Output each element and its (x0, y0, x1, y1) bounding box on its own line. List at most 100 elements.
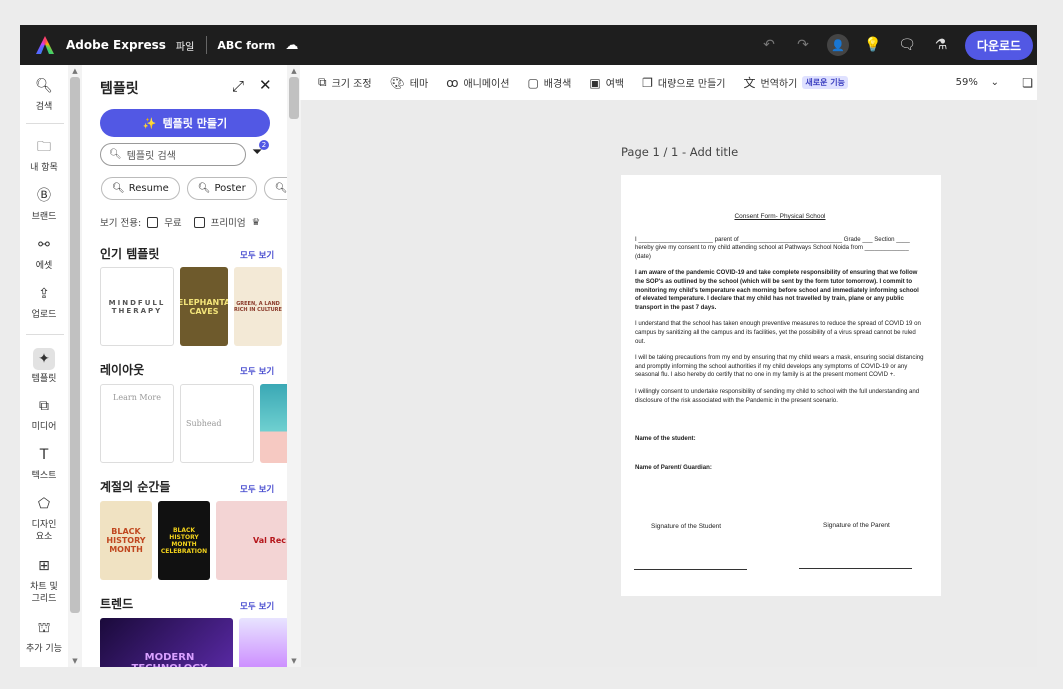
templates-panel: 템플릿 ⤢ ✕ ✨ 템플릿 만들기 🔍︎ 템플릿 검색 ⏷ 2 🔍︎ Resume 🔍… (82, 65, 287, 667)
rail-scrollbar[interactable]: ▲ ▼ (68, 65, 82, 667)
rail-item-text[interactable]: T 텍스트 (20, 448, 68, 482)
scroll-down-icon[interactable]: ▼ (287, 657, 301, 665)
pages-icon[interactable]: ❏ (1022, 76, 1033, 90)
rail-label: 템플릿 (31, 374, 57, 384)
chip-label: Poster (214, 183, 246, 194)
margin-button[interactable]: ▣ 여백 (589, 75, 624, 91)
chip-label: Resume (128, 183, 169, 194)
rail-item-design-elements[interactable]: ⬠ 디자인 요소 (20, 496, 68, 543)
cloud-sync-icon[interactable]: ☁ (285, 38, 298, 53)
scroll-up-icon[interactable]: ▲ (68, 67, 82, 75)
close-icon[interactable]: ✕ (259, 76, 272, 94)
rail-item-templates[interactable]: ✦ 템플릿 (20, 348, 68, 385)
flask-icon[interactable]: ⚗ (931, 37, 951, 53)
sparkle-icon: ✨ (142, 116, 157, 130)
shapes-icon: ⬠ (37, 496, 51, 512)
background-swatch-icon: ▢ (527, 75, 539, 90)
see-all-link[interactable]: 모두 보기 (240, 249, 274, 261)
editor-toolbar: ⧉ 크기 조정 🎨︎ 테마 ꝏ 애니메이션 ▢ 배경색 ▣ 여백 ❐ 대량으로 만들기 文번… (300, 65, 1037, 100)
template-thumbnail[interactable]: MODERN TECHNOLOGY (100, 618, 233, 667)
template-thumbnail[interactable]: Learn More (100, 384, 174, 463)
template-search-input[interactable]: 🔍︎ 템플릿 검색 (100, 143, 246, 166)
background-color-button[interactable]: ▢ 배경색 (527, 75, 571, 91)
template-thumbnail[interactable]: ELEPHANTA CAVES (180, 267, 228, 346)
divider (206, 36, 208, 54)
document-title[interactable]: ABC form (217, 39, 275, 52)
bulk-create-button[interactable]: ❐ 대량으로 만들기 (642, 75, 726, 91)
rail-item-upload[interactable]: ⇪ 업로드 (20, 287, 68, 321)
see-all-link[interactable]: 모두 보기 (240, 483, 274, 495)
rail-label: 업로드 (31, 310, 57, 320)
tool-label: 대량으로 만들기 (657, 79, 726, 90)
chip-poster[interactable]: 🔍︎ Poster (186, 177, 257, 200)
search-icon: 🔍︎ (112, 183, 125, 194)
undo-icon[interactable]: ↶ (759, 37, 779, 53)
template-thumbnail[interactable]: BLACK HISTORY MONTH CELEBRATION (158, 501, 210, 580)
rail-label: 내 항목 (30, 163, 58, 173)
brand-icon: Ⓑ (37, 188, 51, 204)
rail-item-my-items[interactable]: 🗀 내 항목 (20, 139, 68, 174)
rail-item-search[interactable]: 🔍︎ 검색 (20, 79, 68, 113)
template-thumbnail[interactable]: MINDFULL THERAPY (100, 267, 174, 346)
redo-icon[interactable]: ↷ (793, 37, 813, 53)
rail-item-media[interactable]: ⧉ 미디어 (20, 399, 68, 433)
file-menu[interactable]: 파일 (176, 38, 194, 53)
section-title: 계절의 순간들 (100, 480, 171, 494)
lightbulb-icon[interactable]: 💡 (863, 37, 883, 53)
left-rail: 🔍︎ 검색 🗀 내 항목 Ⓑ 브랜드 ⚯ 에셋 ⇪ 업로드 ✦ 템플릿 ⧉ 미디어 T 텍스트 … (20, 65, 68, 667)
rail-item-assets[interactable]: ⚯ 에셋 (20, 237, 68, 272)
rail-item-addons[interactable]: ⛫ 추가 기능 (20, 621, 68, 655)
animation-button[interactable]: ꝏ 애니메이션 (446, 75, 509, 91)
chip-resume[interactable]: 🔍︎ Resume (101, 177, 180, 200)
crown-icon: ♛ (251, 216, 261, 228)
expand-icon[interactable]: ⤢ (232, 77, 244, 95)
parent-name-label: Name of Parent/ Guardian: (635, 463, 712, 471)
section-title: 레이아웃 (100, 363, 145, 377)
rail-label: 검색 (35, 102, 53, 112)
parent-signature-line (799, 568, 912, 569)
template-thumbnail[interactable]: BLACK HISTORY MONTH (100, 501, 152, 580)
premium-checkbox[interactable] (193, 216, 205, 228)
template-thumbnail[interactable] (260, 384, 287, 463)
template-thumbnail[interactable]: Val Rec (216, 501, 287, 580)
assets-icon: ⚯ (38, 237, 50, 253)
tool-label: 크기 조정 (331, 79, 372, 90)
animation-icon: ꝏ (446, 75, 459, 90)
page-label: Page 1 / 1 - Add title (621, 145, 738, 159)
parent-signature-label: Signature of the Parent (823, 522, 890, 529)
scroll-up-icon[interactable]: ▲ (287, 67, 301, 75)
student-signature-line (634, 569, 747, 570)
scrollbar-thumb[interactable] (70, 77, 80, 613)
document-page[interactable]: Consent Form- Physical School I ________… (621, 175, 941, 596)
template-thumbnail[interactable] (239, 618, 287, 667)
template-thumbnail[interactable]: Subhead (180, 384, 254, 463)
invite-user-icon[interactable]: 👤 (827, 34, 849, 56)
add-page-title[interactable]: Add title (690, 145, 738, 159)
download-button[interactable]: 다운로드 (965, 30, 1033, 60)
rail-label: 차트 및 그리드 (30, 582, 58, 604)
scroll-down-icon[interactable]: ▼ (68, 657, 82, 665)
see-all-link[interactable]: 모두 보기 (240, 365, 274, 377)
see-all-link[interactable]: 모두 보기 (240, 600, 274, 612)
rail-item-brand[interactable]: Ⓑ 브랜드 (20, 188, 68, 223)
create-template-button[interactable]: ✨ 템플릿 만들기 (100, 109, 270, 137)
scrollbar-thumb[interactable] (289, 77, 299, 119)
chip-video[interactable]: 🔍︎Vi (263, 177, 287, 200)
theme-button[interactable]: 🎨︎ 테마 (390, 75, 429, 91)
folder-icon: 🗀 (37, 139, 51, 155)
template-thumbnail[interactable]: GREEN, A LAND RICH IN CULTURE (234, 267, 282, 346)
chevron-down-icon: ⌄ (990, 77, 999, 88)
search-placeholder: 템플릿 검색 (126, 151, 176, 162)
rail-item-charts-grids[interactable]: ⊞ 차트 및 그리드 (20, 559, 68, 605)
bulk-create-icon: ❐ (642, 75, 653, 90)
panel-scrollbar[interactable]: ▲ ▼ (287, 65, 301, 667)
translate-button[interactable]: 文 번역하기 새로운 기능 (744, 74, 848, 91)
resize-button[interactable]: ⧉ 크기 조정 (318, 75, 372, 90)
page-number: Page 1 / 1 - (621, 145, 687, 159)
adobe-express-logo-icon[interactable] (36, 36, 54, 54)
zoom-level-dropdown[interactable]: 59% ⌄ (956, 77, 999, 88)
student-signature-label: Signature of the Student (651, 523, 722, 530)
margin-icon: ▣ (589, 75, 601, 90)
comment-icon[interactable]: 🗨 (897, 37, 917, 53)
free-checkbox[interactable] (147, 216, 159, 228)
